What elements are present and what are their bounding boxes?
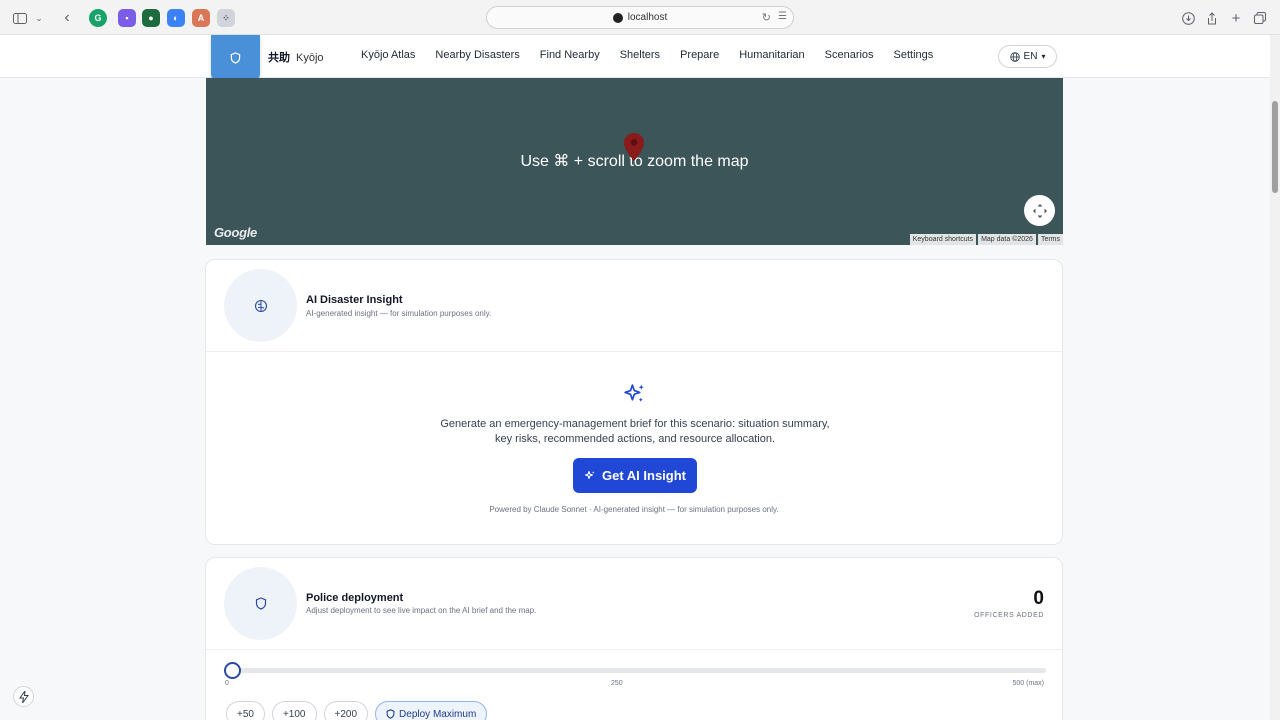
map-pin-icon[interactable] <box>624 133 644 161</box>
share-icon[interactable] <box>1205 9 1219 27</box>
tab-overview-icon[interactable] <box>1253 9 1267 27</box>
slider-tick-min: 0 <box>225 680 229 687</box>
nav-links: Kyōjo Atlas Nearby Disasters Find Nearby… <box>361 49 953 61</box>
globe-icon <box>1009 51 1020 62</box>
lightning-icon[interactable] <box>13 686 34 707</box>
quick-add-chips: +50 +100 +200 Deploy Maximum <box>226 701 488 720</box>
slider-tick-mid: 250 <box>611 680 623 687</box>
extension-purple-icon[interactable]: ▪ <box>118 9 136 27</box>
deployment-slider-track[interactable] <box>232 668 1046 673</box>
fullscreen-icon[interactable] <box>1024 195 1055 226</box>
get-ai-insight-label: Get AI Insight <box>601 468 687 483</box>
map-data-credit: Map data ©2026 <box>978 234 1036 245</box>
language-selector[interactable]: EN ▾ <box>998 45 1057 68</box>
brand[interactable]: 共助 Kyōjo <box>268 49 324 65</box>
ai-insight-subtitle: AI-generated insight — for simulation pu… <box>306 309 492 318</box>
ai-insight-title: AI Disaster Insight <box>306 294 403 306</box>
nav-link-prepare[interactable]: Prepare <box>680 49 719 61</box>
terms-link[interactable]: Terms <box>1037 234 1063 245</box>
app-navbar: 共助 Kyōjo Kyōjo Atlas Nearby Disasters Fi… <box>0 35 1270 80</box>
chevron-down-icon: ▾ <box>1041 52 1046 61</box>
address-bar[interactable]: localhost ↻ ☰ <box>486 6 794 29</box>
sparkles-icon <box>624 384 644 402</box>
powered-by-note: Powered by Claude Sonnet · AI-generated … <box>489 505 779 514</box>
get-ai-insight-button[interactable]: Get AI Insight <box>573 458 697 493</box>
reload-icon[interactable]: ↻ <box>762 11 771 24</box>
extension-green-icon[interactable]: ● <box>142 9 160 27</box>
site-icon <box>612 12 623 23</box>
officers-label: OFFICERS ADDED <box>974 612 1044 619</box>
sparkles-icon <box>584 470 595 479</box>
ai-insight-card: AI Disaster Insight AI-generated insight… <box>205 259 1063 545</box>
police-deployment-title: Police deployment <box>306 592 404 604</box>
brand-kanji: 共助 <box>268 52 290 64</box>
extension-anthropic-icon[interactable]: A <box>192 9 210 27</box>
download-icon[interactable] <box>1181 9 1195 27</box>
add-200-button[interactable]: +200 <box>323 701 369 720</box>
brain-icon <box>254 299 267 312</box>
back-arrow-icon[interactable]: ‹ <box>60 9 74 27</box>
shield-icon <box>255 597 266 610</box>
slider-tick-max: 500 (max) <box>1012 680 1044 687</box>
new-tab-icon[interactable]: + <box>1229 9 1243 27</box>
officers-added: 0 OFFICERS ADDED <box>974 588 1044 619</box>
officers-count: 0 <box>1033 588 1044 609</box>
nav-link-settings[interactable]: Settings <box>894 49 934 61</box>
ai-insight-description: Generate an emergency-management brief f… <box>440 418 830 445</box>
sidebar-toggle-icon[interactable] <box>12 9 28 27</box>
ai-insight-header: AI Disaster Insight AI-generated insight… <box>206 260 1062 352</box>
add-100-button[interactable]: +100 <box>271 701 317 720</box>
language-label: EN <box>1023 51 1038 62</box>
extension-blue-icon[interactable]: ◐ <box>167 9 185 27</box>
extension-grammarly-icon[interactable]: G <box>89 9 107 27</box>
ai-insight-icon-wrap <box>224 269 297 342</box>
url-text: localhost <box>627 12 668 23</box>
police-deployment-subtitle: Adjust deployment to see live impact on … <box>306 606 537 615</box>
shield-icon <box>386 709 395 719</box>
page-scrollbar[interactable] <box>1270 35 1280 720</box>
nav-link-scenarios[interactable]: Scenarios <box>825 49 874 61</box>
police-deployment-header: Police deployment Adjust deployment to s… <box>206 558 1062 650</box>
deploy-maximum-label: Deploy Maximum <box>399 708 477 720</box>
nav-link-humanitarian[interactable]: Humanitarian <box>739 49 804 61</box>
reader-icon[interactable]: ☰ <box>778 11 787 22</box>
deploy-maximum-button[interactable]: Deploy Maximum <box>375 701 488 720</box>
nav-link-atlas[interactable]: Kyōjo Atlas <box>361 49 415 61</box>
browser-toolbar: ⌄ ‹ G ▪ ● ◐ A ⁘ localhost ↻ ☰ + <box>0 0 1280 35</box>
brand-name: Kyōjo <box>296 52 324 64</box>
google-logo: Google <box>214 225 257 240</box>
map-attribution: Keyboard shortcuts Map data ©2026 Terms <box>908 234 1063 245</box>
chevron-down-icon[interactable]: ⌄ <box>33 9 45 27</box>
keyboard-shortcuts-link[interactable]: Keyboard shortcuts <box>909 234 977 245</box>
shield-icon <box>230 51 241 64</box>
scrollbar-thumb[interactable] <box>1272 101 1278 193</box>
extension-grid-icon[interactable]: ⁘ <box>217 9 235 27</box>
nav-link-shelters[interactable]: Shelters <box>620 49 660 61</box>
deployment-slider-thumb[interactable] <box>223 662 241 679</box>
map-view[interactable]: Use ⌘ + scroll to zoom the map Google Ke… <box>206 78 1063 245</box>
police-deployment-card: Police deployment Adjust deployment to s… <box>205 557 1063 720</box>
nav-link-nearby-disasters[interactable]: Nearby Disasters <box>435 49 519 61</box>
app-logo[interactable] <box>211 35 260 80</box>
police-icon-wrap <box>224 567 297 640</box>
add-50-button[interactable]: +50 <box>226 701 265 720</box>
nav-link-find-nearby[interactable]: Find Nearby <box>540 49 600 61</box>
